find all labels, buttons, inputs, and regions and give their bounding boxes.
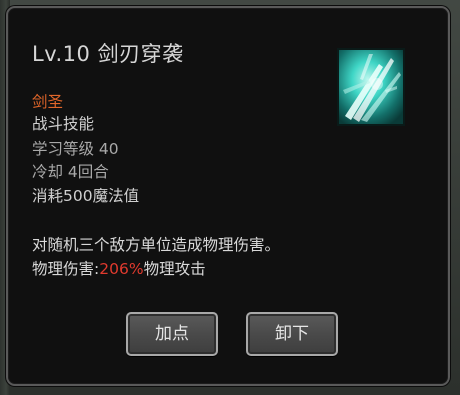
sword-strike-icon [337, 48, 405, 126]
skill-title: Lv.10 剑刃穿袭 [32, 42, 184, 66]
skill-type: 战斗技能 [32, 115, 95, 133]
cooldown: 冷却 4回合 [32, 163, 109, 181]
unequip-button[interactable]: 卸下 [246, 312, 338, 356]
damage-suffix: 物理攻击 [143, 260, 206, 278]
add-point-button[interactable]: 加点 [126, 312, 218, 356]
skill-description: 对随机三个敌方单位造成物理伤害。 [32, 236, 281, 254]
damage-prefix: 物理伤害: [32, 260, 100, 278]
learn-level: 学习等级 40 [32, 140, 119, 158]
damage-line: 物理伤害:206%物理攻击 [32, 260, 206, 278]
damage-percent: 206% [99, 260, 144, 278]
mp-cost: 消耗500魔法值 [32, 187, 140, 205]
class-name: 剑圣 [32, 93, 64, 111]
